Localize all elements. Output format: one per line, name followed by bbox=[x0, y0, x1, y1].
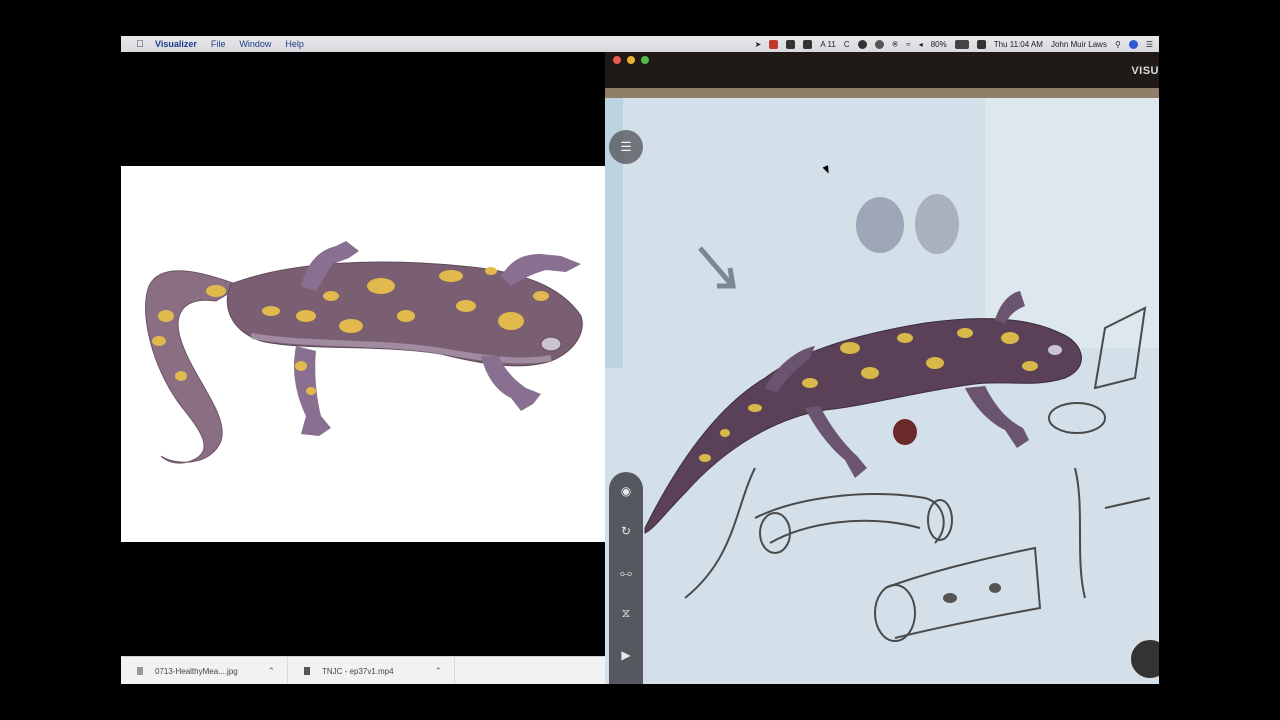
battery-icon[interactable] bbox=[954, 39, 969, 49]
display-icon[interactable] bbox=[976, 39, 986, 49]
menu-file[interactable]: File bbox=[211, 39, 226, 49]
downloads-bar: 0713-HealthyMea....jpg ⌃ TNJC - ep37v1.m… bbox=[121, 656, 605, 684]
salamander-illustration bbox=[121, 166, 605, 542]
app-status-icon[interactable] bbox=[769, 39, 779, 49]
download-item[interactable]: TNJC - ep37v1.mp4 ⌃ bbox=[288, 657, 455, 684]
chevron-up-icon[interactable]: ⌃ bbox=[267, 666, 275, 677]
battery-percent[interactable]: 80% bbox=[931, 40, 947, 49]
video-file-icon bbox=[304, 667, 310, 675]
wifi-icon[interactable]: ≈ bbox=[906, 40, 910, 49]
download-filename: 0713-HealthyMea....jpg bbox=[155, 666, 238, 676]
camera-feed: ☰ ◉ ↻ ⧟ ⧖ ▶ ▣ bbox=[605, 88, 1159, 684]
close-button[interactable] bbox=[613, 56, 621, 64]
clock[interactable]: Thu 11:04 AM bbox=[994, 40, 1043, 49]
flip-toggle-icon[interactable]: ⧖ bbox=[615, 602, 637, 624]
adobe-icon: A bbox=[820, 39, 826, 49]
notification-center-icon[interactable]: ☰ bbox=[1146, 40, 1153, 49]
user-menu[interactable]: John Muir Laws bbox=[1051, 40, 1107, 49]
volume-icon[interactable]: ◂ bbox=[919, 40, 923, 49]
minimize-button[interactable] bbox=[627, 56, 635, 64]
flip-vertical-icon[interactable]: ⧟ bbox=[615, 562, 637, 584]
camera-toolbar: ◉ ↻ ⧟ ⧖ ▶ ▣ bbox=[609, 472, 643, 684]
record-status-icon[interactable] bbox=[857, 39, 867, 49]
visualizer-window: VISU ☰ ◉ ↻ ⧟ ⧖ ▶ bbox=[605, 52, 1159, 684]
zoom-icon[interactable]: ◉ bbox=[615, 480, 637, 502]
screen-icon[interactable] bbox=[786, 39, 796, 49]
salamander-drawing bbox=[145, 241, 583, 464]
zoom-button[interactable] bbox=[641, 56, 649, 64]
rotate-icon[interactable]: ↻ bbox=[615, 520, 637, 542]
time-machine-icon[interactable] bbox=[874, 39, 884, 49]
bluetooth-icon[interactable]: ※ bbox=[892, 40, 899, 49]
menu-help[interactable]: Help bbox=[285, 39, 304, 49]
list-icon[interactable]: ☰ bbox=[609, 130, 643, 164]
siri-icon[interactable] bbox=[1128, 39, 1138, 49]
app-menu[interactable]: Visualizer bbox=[155, 39, 197, 49]
chevron-up-icon[interactable]: ⌃ bbox=[434, 666, 442, 677]
status-area: ➤ A 11 C ※ ≈ ◂ 80% Thu 11:04 AM John Mui… bbox=[755, 36, 1153, 52]
download-item[interactable]: 0713-HealthyMea....jpg ⌃ bbox=[121, 657, 288, 684]
apple-icon[interactable]:  bbox=[133, 39, 147, 50]
file-icon bbox=[137, 667, 143, 675]
window-titlebar: VISU bbox=[605, 52, 1159, 88]
notification-badge[interactable]: A 11 bbox=[820, 40, 835, 49]
printer-icon[interactable] bbox=[803, 39, 813, 49]
mirror-icon[interactable]: ▶ bbox=[615, 644, 637, 666]
menu-window[interactable]: Window bbox=[239, 39, 271, 49]
menu-bar:  Visualizer File Window Help ➤ A 11 C ※… bbox=[121, 36, 1159, 52]
download-filename: TNJC - ep37v1.mp4 bbox=[322, 666, 394, 676]
location-icon[interactable]: ➤ bbox=[755, 40, 762, 49]
c-icon[interactable]: C bbox=[844, 40, 850, 49]
desktop-screen:  Visualizer File Window Help ➤ A 11 C ※… bbox=[121, 36, 1159, 684]
search-icon[interactable]: ⚲ bbox=[1115, 40, 1121, 49]
window-title: VISU bbox=[1131, 65, 1159, 77]
